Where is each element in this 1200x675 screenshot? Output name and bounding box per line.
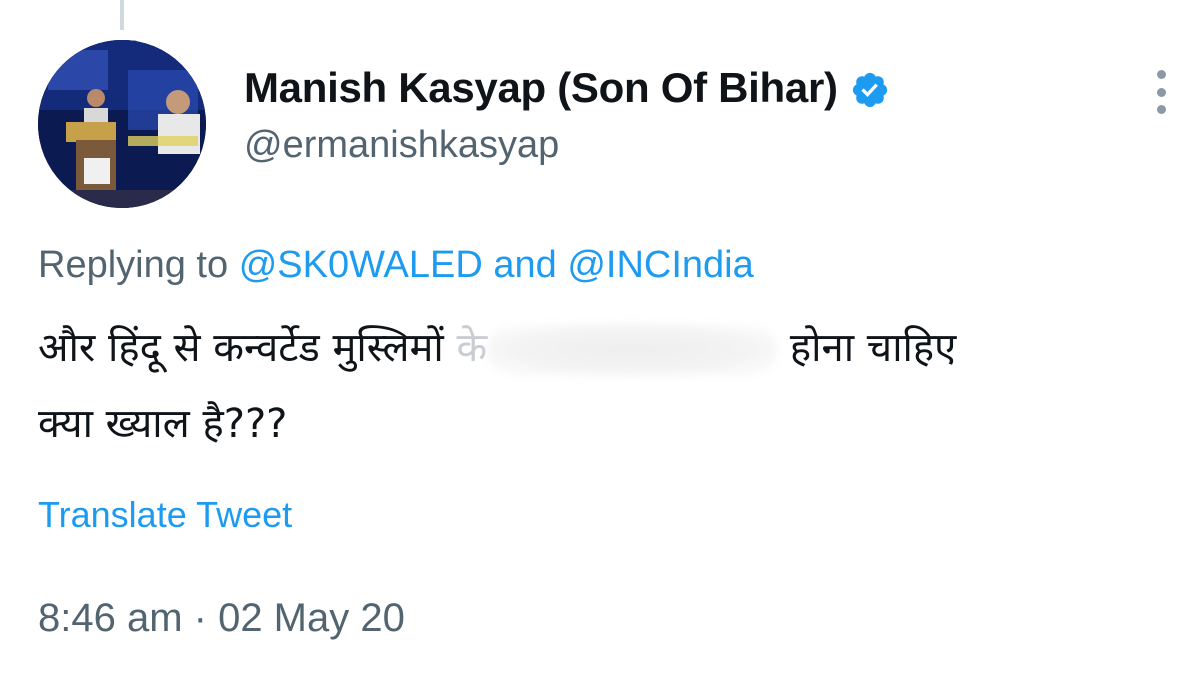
replying-to-line: Replying to @SK0WALED and @INCIndia: [38, 244, 754, 287]
author-display-name[interactable]: Manish Kasyap (Son Of Bihar): [244, 64, 838, 112]
more-options-icon[interactable]: [1148, 70, 1174, 114]
avatar[interactable]: [38, 40, 206, 208]
translate-tweet-link[interactable]: Translate Tweet: [38, 494, 292, 536]
tweet-timestamp[interactable]: 8:46 am · 02 May 20: [38, 596, 405, 641]
more-dot: [1156, 105, 1166, 114]
blurred-redaction: [487, 324, 778, 376]
tweet-line-1: और हिंदू से कन्वर्टेड मुस्लिमों के होना …: [38, 310, 1158, 386]
author-name-row: Manish Kasyap (Son Of Bihar): [244, 64, 890, 112]
mention-link-1[interactable]: @SK0WALED: [239, 244, 483, 286]
mention-link-2[interactable]: @INCIndia: [567, 244, 753, 286]
avatar-photo-icon: [38, 40, 206, 208]
reply-conjunction: and: [493, 244, 557, 286]
more-dot: [1156, 87, 1166, 97]
tweet-text-faded-segment: के: [456, 325, 488, 371]
author-handle[interactable]: @ermanishkasyap: [244, 124, 559, 167]
thread-connector-line: [120, 0, 124, 30]
replying-prefix: Replying to: [38, 244, 229, 286]
tweet-line-2: क्या ख्याल है???: [38, 401, 288, 447]
verified-badge-icon: [852, 72, 887, 108]
more-dot: [1156, 70, 1166, 79]
tweet-text-segment: होना चाहिए: [789, 325, 957, 371]
tweet-body: और हिंदू से कन्वर्टेड मुस्लिमों के होना …: [38, 310, 1158, 462]
tweet-text-segment: और हिंदू से कन्वर्टेड मुस्लिमों: [38, 325, 444, 371]
